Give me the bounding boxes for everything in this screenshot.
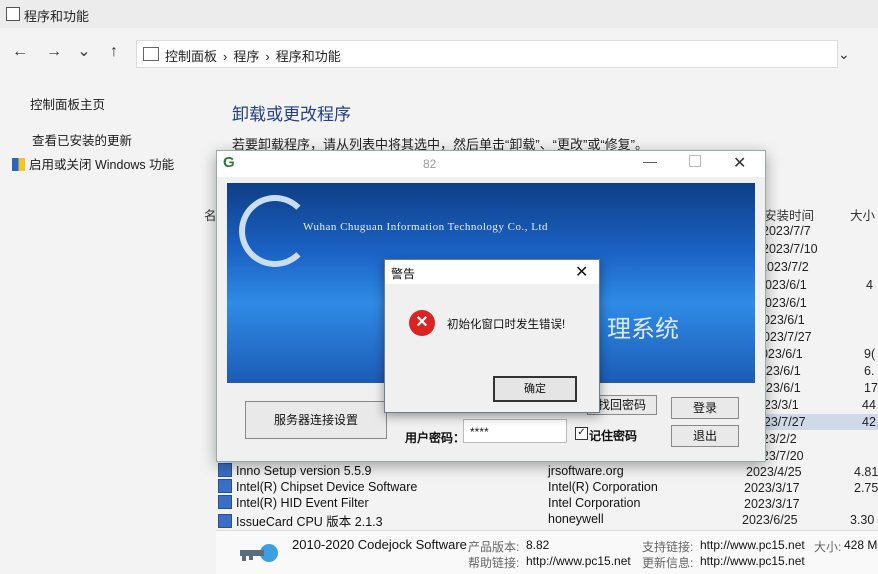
program-size: 4.81 <box>854 465 878 479</box>
program-name: Intel(R) Chipset Device Software <box>236 480 418 494</box>
program-size: 4 <box>866 278 873 292</box>
window-title: 程序和功能 <box>24 9 90 24</box>
navigation-bar: ← → ⌄ ↑ 控制面板 › 程序 › 程序和功能 ⌄ <box>0 38 878 68</box>
shield-icon <box>12 158 25 171</box>
up-arrow-icon[interactable]: ↑ <box>104 42 124 62</box>
warning-title: 警告 <box>391 267 416 281</box>
help-link-label: 帮助链接: <box>468 556 520 570</box>
program-name: Inno Setup version 5.5.9 <box>236 464 372 478</box>
program-size: 2.75 <box>854 481 878 495</box>
program-size: 3.30 <box>850 513 875 527</box>
system-name: 理系统 <box>607 316 679 343</box>
sidebar-control-panel-home[interactable]: 控制面板主页 <box>30 94 105 113</box>
breadcrumb-separator: › <box>223 49 228 64</box>
remember-password-label: 记住密码 <box>589 429 638 443</box>
program-name: IssueCard CPU 版本 2.1.3 <box>236 515 383 529</box>
sidebar-windows-features[interactable]: 启用或关闭 Windows 功能 <box>12 154 174 173</box>
support-link[interactable]: http://www.pc15.net <box>700 538 805 552</box>
company-logo-icon <box>239 195 311 267</box>
program-row[interactable]: Intel(R) Chipset Device Software <box>218 479 417 495</box>
page-title: 卸载或更改程序 <box>232 105 351 124</box>
install-date: 2023/3/17 <box>744 481 800 495</box>
back-arrow-icon[interactable]: ← <box>10 42 30 62</box>
forward-arrow-icon[interactable]: → <box>44 42 64 62</box>
selected-program-name: 2010-2020 Codejock Software <box>292 537 467 552</box>
program-size: 42 <box>862 415 876 429</box>
size-value: 428 M <box>844 538 878 552</box>
close-icon[interactable]: ✕ <box>733 153 746 173</box>
program-icon <box>218 463 232 477</box>
key-icon <box>240 544 278 562</box>
program-row[interactable]: IssueCard CPU 版本 2.1.3 <box>218 511 383 529</box>
program-size: 44 <box>862 398 876 412</box>
breadcrumb-programs[interactable]: 程序 <box>233 49 259 64</box>
sidebar: 控制面板主页 查看已安装的更新 启用或关闭 Windows 功能 <box>0 82 210 574</box>
program-size: 9( <box>864 347 876 361</box>
details-pane: 2010-2020 Codejock Software 产品版本: 8.82 支… <box>216 530 878 574</box>
recent-locations-chevron-icon[interactable]: ⌄ <box>74 42 94 62</box>
breadcrumb-programs-and-features[interactable]: 程序和功能 <box>276 49 341 64</box>
install-date: 2023/6/25 <box>742 513 798 527</box>
program-row[interactable]: Inno Setup version 5.5.9 <box>218 463 372 479</box>
ok-button[interactable]: 确定 <box>493 376 577 402</box>
sidebar-view-installed-updates[interactable]: 查看已安装的更新 <box>32 130 132 149</box>
control-panel-icon <box>143 47 159 61</box>
login-button[interactable]: 登录 <box>671 397 739 419</box>
update-info-link[interactable]: http://www.pc15.net <box>700 554 805 568</box>
exit-button[interactable]: 退出 <box>671 425 739 447</box>
error-icon: ✕ <box>409 310 435 336</box>
server-connection-settings-button[interactable]: 服务器连接设置 <box>245 401 387 439</box>
program-icon <box>218 479 232 493</box>
size-label: 大小: <box>814 540 842 554</box>
program-publisher: jrsoftware.org <box>548 464 624 478</box>
column-header-install-date[interactable]: 安装时间 <box>764 205 814 224</box>
window-icon <box>6 7 20 21</box>
breadcrumb-control-panel[interactable]: 控制面板 <box>165 49 217 64</box>
help-link[interactable]: http://www.pc15.net <box>526 554 631 568</box>
company-english-name: Wuhan Chuguan Information Technology Co.… <box>303 221 549 233</box>
password-label: 用户密码： <box>405 431 466 445</box>
app-logo-icon: G <box>223 154 235 171</box>
update-info-label: 更新信息: <box>642 556 694 570</box>
program-publisher: honeywell <box>548 512 604 526</box>
install-date: 2023/7/7 <box>762 224 811 238</box>
warning-dialog: 警告 ✕ ✕ 初始化窗口时发生错误! 确定 <box>384 259 600 413</box>
program-publisher: Intel Corporation <box>548 496 641 510</box>
address-dropdown-icon[interactable]: ⌄ <box>838 46 850 63</box>
warning-title-bar: 警告 ✕ <box>385 260 599 284</box>
remember-password-checkbox[interactable]: ✓ <box>575 427 588 440</box>
app-title-bar: G 82 — ✕ <box>217 151 765 177</box>
program-icon <box>218 514 232 528</box>
column-header-size[interactable]: 大小 <box>850 205 875 224</box>
warning-message: 初始化窗口时发生错误! <box>447 319 566 331</box>
install-date: 2023/7/2 <box>760 260 809 274</box>
app-title: 82 <box>423 157 437 171</box>
breadcrumb-separator: › <box>265 49 270 64</box>
maximize-icon[interactable] <box>689 155 701 167</box>
program-row[interactable]: Intel(R) HID Event Filter <box>218 495 369 511</box>
version-label: 产品版本: <box>468 540 520 554</box>
sidebar-windows-features-label: 启用或关闭 Windows 功能 <box>29 158 175 172</box>
program-name: Intel(R) HID Event Filter <box>236 496 369 510</box>
version-value: 8.82 <box>526 538 550 552</box>
program-size: 6. <box>864 364 875 378</box>
minimize-icon[interactable]: — <box>643 153 657 169</box>
password-input[interactable]: **** <box>463 419 567 443</box>
address-bar[interactable]: 控制面板 › 程序 › 程序和功能 <box>136 40 838 68</box>
program-size: 17 <box>864 381 878 395</box>
title-bar: 程序和功能 <box>0 0 878 28</box>
column-header-name[interactable]: 名 <box>204 205 217 224</box>
program-publisher: Intel(R) Corporation <box>548 480 658 494</box>
install-date: 2023/7/10 <box>762 242 818 256</box>
close-icon[interactable]: ✕ <box>575 262 588 282</box>
install-date: 2023/4/25 <box>746 465 802 479</box>
support-link-label: 支持链接: <box>642 540 694 554</box>
install-date: 2023/3/17 <box>744 497 800 511</box>
program-icon <box>218 495 232 509</box>
breadcrumb: 控制面板 › 程序 › 程序和功能 <box>165 46 347 65</box>
